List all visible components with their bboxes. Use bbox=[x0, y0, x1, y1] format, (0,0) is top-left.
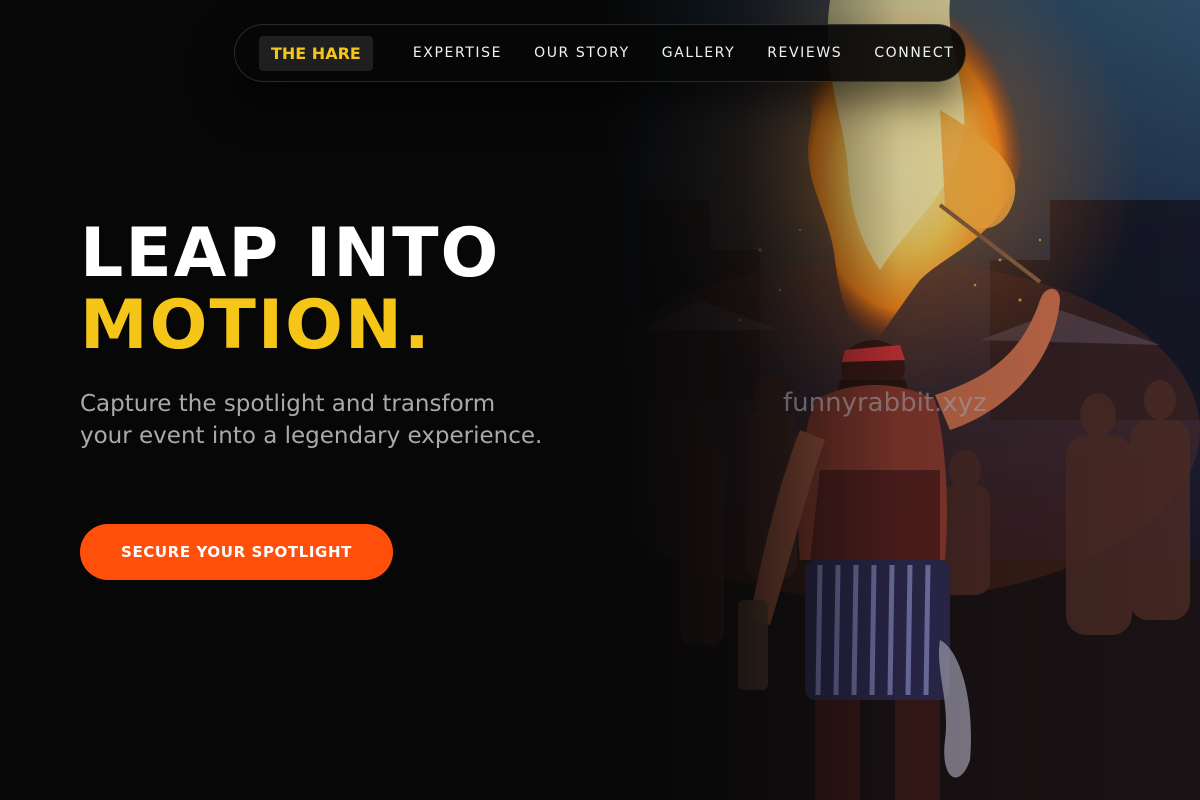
nav-links: EXPERTISE OUR STORY GALLERY REVIEWS CONN… bbox=[413, 45, 955, 61]
nav-link-our-story[interactable]: OUR STORY bbox=[534, 45, 630, 61]
main-nav: THE HARE EXPERTISE OUR STORY GALLERY REV… bbox=[234, 24, 966, 82]
hero-subtext: Capture the spotlight and transform your… bbox=[80, 391, 543, 449]
nav-link-reviews[interactable]: REVIEWS bbox=[767, 45, 842, 61]
hero-headline: LEAP INTO MOTION. bbox=[80, 218, 500, 362]
nav-link-expertise[interactable]: EXPERTISE bbox=[413, 45, 502, 61]
headline-line-1: LEAP INTO bbox=[80, 214, 501, 293]
nav-link-gallery[interactable]: GALLERY bbox=[662, 45, 735, 61]
headline-line-2: MOTION. bbox=[80, 286, 432, 365]
secure-spotlight-button[interactable]: SECURE YOUR SPOTLIGHT bbox=[80, 524, 393, 580]
watermark-text: funnyrabbit.xyz bbox=[783, 388, 987, 418]
brand-logo[interactable]: THE HARE bbox=[259, 35, 373, 71]
nav-link-connect[interactable]: CONNECT bbox=[874, 45, 954, 61]
